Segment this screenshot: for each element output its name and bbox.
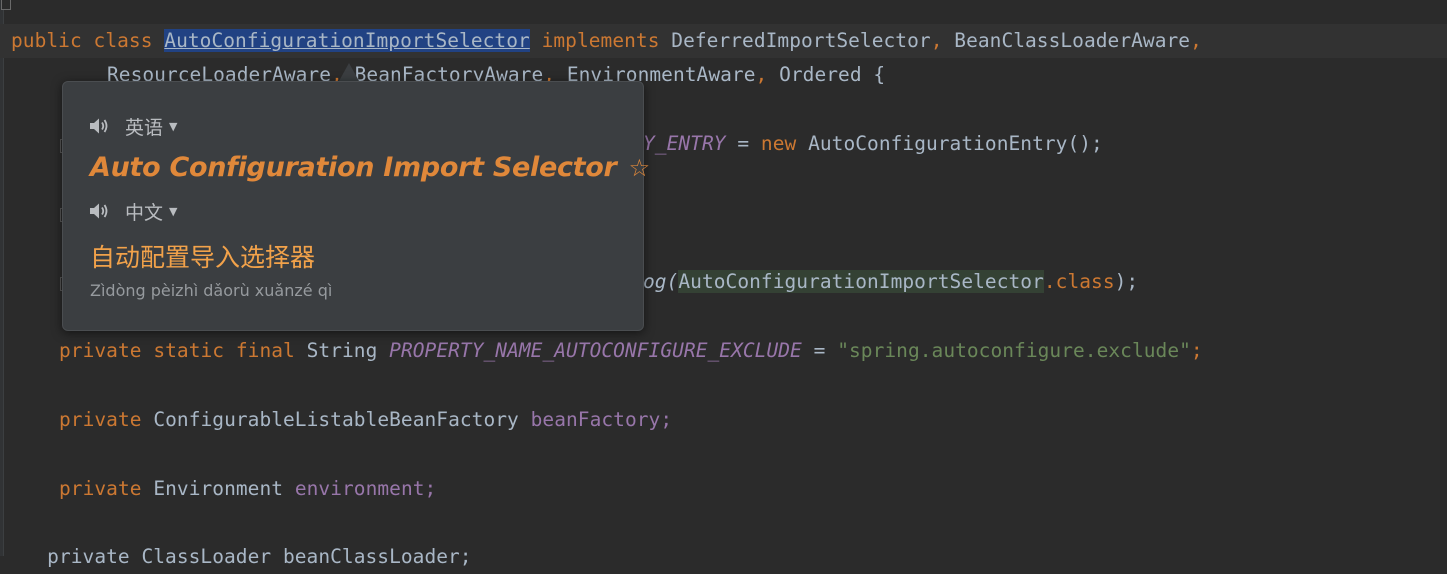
speaker-icon[interactable]	[89, 201, 111, 221]
speaker-icon[interactable]	[89, 116, 111, 136]
pinyin-text: Zìdòng pèizhì dǎorù xuǎnzé qì	[90, 281, 333, 300]
interface-ordered[interactable]: Ordered {	[779, 63, 885, 86]
popup-pointer	[339, 63, 359, 81]
translated-text: 自动配置导入选择器	[90, 243, 316, 272]
code-line-comment-end: */	[12, 0, 1447, 50]
log-end: );	[1114, 270, 1139, 293]
selected-class-name[interactable]: AutoConfigurationImportSelector	[164, 29, 530, 52]
assign-operator: =	[801, 339, 838, 362]
field-empty-entry[interactable]: Y_ENTRY	[643, 132, 726, 155]
string-literal: "spring.autoconfigure.exclude"	[837, 339, 1191, 362]
code-line-environment: private Environment environment;	[0, 472, 1447, 506]
partial-line-text: private ClassLoader beanClassLoader;	[0, 545, 472, 568]
code-line-logger: og(AutoConfigurationImportSelector.class…	[643, 265, 1447, 299]
keyword-class-literal: .class	[1043, 270, 1115, 293]
code-line-empty-entry: Y_ENTRY = new AutoConfigurationEntry();	[643, 132, 1103, 155]
semicolon: ;	[1190, 339, 1203, 362]
target-language-label: 中文	[125, 201, 164, 224]
field-environment[interactable]: environment;	[295, 477, 436, 500]
keyword-implements: implements	[541, 29, 660, 52]
source-text: Auto Configuration Import Selector ☆	[90, 152, 650, 183]
translation-popup: 英语 ▼ Auto Configuration Import Selector ☆…	[62, 81, 650, 331]
type-environment[interactable]: Environment	[153, 477, 283, 500]
keyword-private: private	[59, 477, 142, 500]
code-line-bean-factory: private ConfigurableListableBeanFactory …	[0, 403, 1447, 437]
interface-deferred-import-selector[interactable]: DeferredImportSelector	[671, 29, 930, 52]
keyword-class: class	[93, 29, 153, 52]
keyword-static: static	[153, 339, 225, 362]
code-line-property: private static final String PROPERTY_NAM…	[0, 334, 1447, 368]
star-icon[interactable]: ☆	[629, 154, 651, 182]
code-line-class-declaration: public class AutoConfigurationImportSele…	[0, 24, 1447, 58]
log-method[interactable]: og(	[643, 270, 678, 293]
type-string[interactable]: String	[307, 339, 378, 362]
chevron-down-icon: ▼	[169, 119, 178, 133]
keyword-final: final	[235, 339, 295, 362]
target-language-selector[interactable]: 中文 ▼	[89, 198, 177, 224]
field-bean-factory[interactable]: beanFactory;	[531, 408, 672, 431]
keyword-new: new	[760, 132, 797, 155]
keyword-public: public	[11, 29, 82, 52]
type-configurable-listable-bean-factory[interactable]: ConfigurableListableBeanFactory	[153, 408, 519, 431]
chevron-down-icon: ▼	[169, 204, 178, 218]
source-phrase: Auto Configuration Import Selector	[90, 152, 617, 183]
field-property-name[interactable]: PROPERTY_NAME_AUTOCONFIGURE_EXCLUDE	[389, 339, 802, 362]
keyword-private: private	[59, 339, 142, 362]
interface-bean-class-loader-aware[interactable]: BeanClassLoaderAware	[954, 29, 1190, 52]
source-language-selector[interactable]: 英语 ▼	[89, 113, 177, 139]
keyword-private: private	[59, 408, 142, 431]
code-line-class-loader-partial: private ClassLoader beanClassLoader;	[0, 540, 1447, 574]
class-reference[interactable]: AutoConfigurationImportSelector	[678, 270, 1044, 293]
source-language-label: 英语	[125, 116, 164, 139]
constructor-call[interactable]: AutoConfigurationEntry();	[808, 132, 1103, 155]
